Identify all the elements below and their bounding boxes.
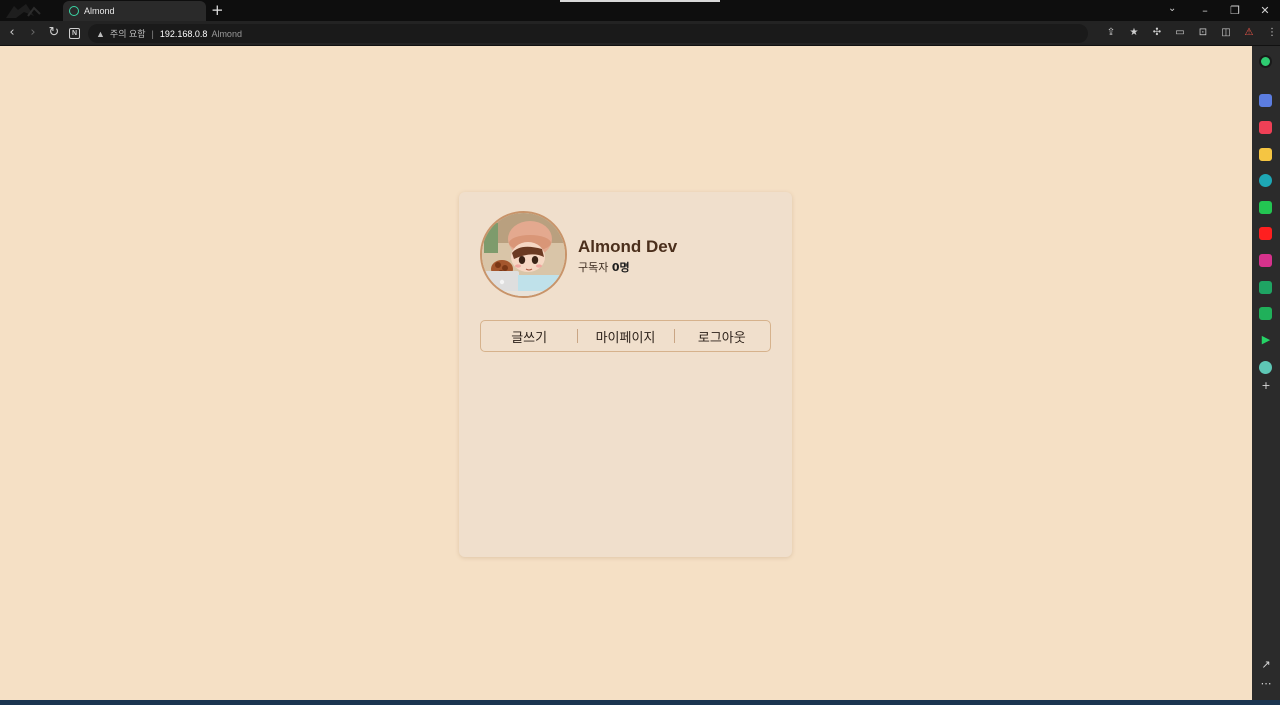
restore-button[interactable]: ❐: [1220, 4, 1250, 17]
avatar-illustration-icon: [482, 213, 565, 296]
pocket-icon[interactable]: [1259, 121, 1272, 134]
url-separator: |: [151, 28, 154, 39]
mypage-button[interactable]: 마이페이지: [577, 327, 673, 346]
page-body: Almond Dev 구독자 0명 글쓰기 마이페이지 로그아웃: [0, 46, 1252, 700]
open-external-icon[interactable]: ↗: [1259, 658, 1273, 671]
write-button[interactable]: 글쓰기: [481, 327, 577, 346]
profile-name: Almond Dev: [578, 237, 678, 256]
back-icon[interactable]: ‹: [3, 24, 21, 42]
url-host[interactable]: 192.168.0.8: [160, 29, 208, 39]
circle-icon[interactable]: [1259, 361, 1272, 374]
play-icon[interactable]: ▶: [1259, 333, 1273, 346]
avatar[interactable]: [480, 211, 567, 298]
tab-drag-indicator: [560, 0, 720, 2]
forward-icon[interactable]: ›: [24, 24, 42, 42]
url-page-title[interactable]: Almond: [211, 29, 242, 39]
browser-logo-icon: [6, 4, 41, 18]
reading-mode-icon[interactable]: N: [69, 28, 80, 39]
logout-button[interactable]: 로그아웃: [673, 327, 770, 346]
profile-action-bar: 글쓰기 마이페이지 로그아웃: [480, 320, 771, 352]
security-warning-label[interactable]: 주의 요함: [110, 27, 146, 40]
extensions-icon[interactable]: ✣: [1150, 26, 1164, 40]
address-bar[interactable]: ▲ 주의 요함 | 192.168.0.8 Almond: [88, 24, 1088, 43]
profile-card: Almond Dev 구독자 0명 글쓰기 마이페이지 로그아웃: [459, 192, 792, 557]
menu-icon[interactable]: ⋮: [1265, 26, 1279, 40]
edge-icon[interactable]: [1259, 174, 1272, 187]
minimize-button[interactable]: –: [1190, 4, 1220, 17]
reload-icon[interactable]: ↻: [45, 24, 63, 42]
subscribers-label: 구독자: [578, 261, 609, 274]
browser-side-panel: ▶ + ↗ ⋯: [1252, 46, 1280, 700]
mail-icon[interactable]: [1259, 307, 1272, 320]
almond-favicon-icon: [69, 6, 79, 16]
share-icon[interactable]: ⇪: [1104, 26, 1118, 40]
star-icon[interactable]: [1259, 148, 1272, 161]
screenshot-icon[interactable]: ⊡: [1196, 26, 1210, 40]
copilot-icon[interactable]: [1259, 55, 1272, 68]
subscribers-value: 0명: [611, 261, 630, 274]
subscriber-count: 구독자 0명: [578, 259, 630, 275]
os-taskbar: [0, 700, 1280, 705]
tab-title: Almond: [84, 6, 115, 16]
new-tab-button[interactable]: +: [211, 2, 224, 18]
warning-triangle-icon[interactable]: ▲: [96, 29, 105, 39]
chat-icon[interactable]: [1259, 201, 1272, 214]
instagram-icon[interactable]: [1259, 254, 1272, 267]
youtube-icon[interactable]: [1259, 227, 1272, 240]
media-icon[interactable]: ▭: [1173, 26, 1187, 40]
add-icon[interactable]: +: [1259, 379, 1273, 392]
favorites-star-icon[interactable]: ★: [1127, 26, 1141, 40]
close-button[interactable]: ✕: [1250, 4, 1280, 17]
alert-icon[interactable]: ⚠: [1242, 26, 1256, 40]
window-controls: – ❐ ✕: [1190, 0, 1280, 21]
tab-search-chevron-icon[interactable]: ⌄: [1168, 3, 1176, 14]
sheets-icon[interactable]: [1259, 281, 1272, 294]
toolbar-actions: ⇪ ★ ✣ ▭ ⊡ ◫ ⚠ ⋮: [1104, 26, 1280, 40]
discord-icon[interactable]: [1259, 94, 1272, 107]
browser-toolbar: ‹ › ↻ N ▲ 주의 요함 | 192.168.0.8 Almond ⇪ ★…: [0, 21, 1280, 46]
tab-strip: Almond + ⌄ – ❐ ✕: [0, 0, 1280, 21]
active-tab[interactable]: Almond: [63, 1, 206, 21]
more-icon[interactable]: ⋯: [1259, 677, 1273, 690]
split-screen-icon[interactable]: ◫: [1219, 26, 1233, 40]
